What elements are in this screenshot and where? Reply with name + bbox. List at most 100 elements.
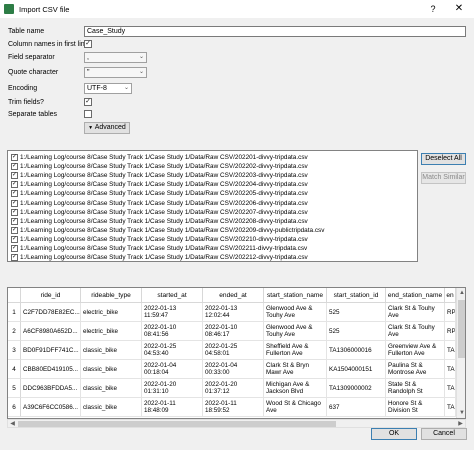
file-checkbox[interactable]: ✓ [11,235,18,243]
file-checkbox[interactable]: ✓ [11,163,18,171]
table-cell[interactable]: classic_bike [81,398,142,417]
scroll-thumb[interactable] [458,300,465,358]
table-cell[interactable]: A6CF8980A652D... [21,322,81,341]
file-list-item[interactable]: ✓ 1:/Learning Log/course 8/Case Study Tra… [11,199,308,208]
vertical-scrollbar[interactable]: ▲ ▼ [456,288,465,418]
table-cell[interactable]: State St & Randolph St [386,379,445,398]
column-header[interactable]: en [445,288,456,303]
table-cell[interactable]: electric_bike [81,303,142,322]
table-cell[interactable]: Wood St & Chicago Ave [264,398,327,417]
horizontal-scrollbar[interactable]: ◀ ▶ [7,419,466,428]
table-cell[interactable]: 2022-01-13 12:02:44 [203,303,264,322]
file-list[interactable]: ✓ 1:/Learning Log/course 8/Case Study Tra… [7,150,418,262]
table-cell[interactable]: RP-0 [445,322,456,341]
column-header[interactable]: start_station_id [327,288,386,303]
help-button[interactable]: ? [425,1,441,17]
table-cell[interactable]: Honore St & Division St [386,398,445,417]
file-list-item[interactable]: ✓ 1:/Learning Log/course 8/Case Study Tra… [11,244,307,253]
row-number[interactable]: 6 [8,398,21,417]
column-header[interactable]: start_station_name [264,288,327,303]
file-checkbox[interactable]: ✓ [11,217,18,225]
scroll-up-icon[interactable]: ▲ [457,288,465,298]
table-cell[interactable]: Glenwood Ave & Touhy Ave [264,322,327,341]
file-checkbox[interactable]: ✓ [11,245,18,252]
table-cell[interactable]: electric_bike [81,322,142,341]
table-cell[interactable]: Paulina St & Montrose Ave [386,360,445,379]
table-cell[interactable]: DDC963BFDDA5... [21,379,81,398]
column-header[interactable]: ended_at [203,288,264,303]
table-cell[interactable]: 525 [327,322,386,341]
file-checkbox[interactable]: ✓ [11,154,18,161]
file-list-item[interactable]: ✓ 1:/Learning Log/course 8/Case Study Tra… [11,189,308,198]
ok-button[interactable]: OK [371,428,417,440]
scroll-left-icon[interactable]: ◀ [8,420,17,428]
table-cell[interactable]: TA1306000016 [327,341,386,360]
file-checkbox[interactable]: ✓ [11,226,18,234]
table-cell[interactable]: classic_bike [81,379,142,398]
close-button[interactable]: ✕ [451,1,467,17]
table-cell[interactable]: C2F7DD78E82EC... [21,303,81,322]
scroll-down-icon[interactable]: ▼ [457,408,465,418]
table-cell[interactable]: Michigan Ave & Jackson Blvd [264,379,327,398]
file-list-item[interactable]: ✓ 1:/Learning Log/course 8/Case Study Tra… [11,153,308,162]
match-similar-button[interactable]: Match Similar [421,172,466,184]
row-number[interactable]: 3 [8,341,21,360]
field-separator-select[interactable]: , ⌄ [84,52,147,63]
table-cell[interactable]: BD0F91DFF741C... [21,341,81,360]
table-cell[interactable]: Sheffield Ave & Fullerton Ave [264,341,327,360]
table-name-input[interactable]: Case_Study [84,26,466,37]
file-checkbox[interactable]: ✓ [11,190,18,198]
advanced-button[interactable]: ▼ Advanced [84,122,130,134]
row-number[interactable]: 2 [8,322,21,341]
table-cell[interactable]: 2022-01-25 04:53:40 [142,341,203,360]
table-cell[interactable]: 2022-01-11 18:48:09 [142,398,203,417]
file-list-item[interactable]: ✓ 1:/Learning Log/course 8/Case Study Tra… [11,162,308,171]
table-cell[interactable]: RP-0 [445,303,456,322]
trim-fields-checkbox[interactable]: ✓ [84,98,92,106]
file-list-item[interactable]: ✓ 1:/Learning Log/course 8/Case Study Tra… [11,180,308,189]
row-number[interactable]: 4 [8,360,21,379]
column-header[interactable]: ride_id [21,288,81,303]
table-cell[interactable]: 2022-01-11 18:59:52 [203,398,264,417]
table-cell[interactable]: Clark St & Bryn Mawr Ave [264,360,327,379]
table-cell[interactable]: 2022-01-20 01:31:10 [142,379,203,398]
file-checkbox[interactable]: ✓ [11,208,18,216]
table-cell[interactable]: 2022-01-10 08:41:56 [142,322,203,341]
file-checkbox[interactable]: ✓ [11,254,18,261]
table-cell[interactable]: TA13 [445,360,456,379]
table-cell[interactable]: TA1309000002 [327,379,386,398]
table-cell[interactable]: classic_bike [81,341,142,360]
table-cell[interactable]: classic_bike [81,360,142,379]
table-cell[interactable]: Clark St & Touhy Ave [386,303,445,322]
table-cell[interactable]: TA13 [445,398,456,417]
file-list-item[interactable]: ✓ 1:/Learning Log/course 8/Case Study Tra… [11,226,324,235]
file-list-item[interactable]: ✓ 1:/Learning Log/course 8/Case Study Tra… [11,208,308,217]
encoding-select[interactable]: UTF-8 ⌄ [84,83,132,94]
table-cell[interactable]: Glenwood Ave & Touhy Ave [264,303,327,322]
table-cell[interactable]: 2022-01-13 11:59:47 [142,303,203,322]
file-checkbox[interactable]: ✓ [11,172,18,180]
column-header[interactable]: started_at [142,288,203,303]
table-cell[interactable]: 2022-01-04 00:18:04 [142,360,203,379]
cancel-button[interactable]: Cancel [421,428,467,440]
table-cell[interactable]: Clark St & Touhy Ave [386,322,445,341]
row-number[interactable]: 5 [8,379,21,398]
scroll-right-icon[interactable]: ▶ [456,420,465,428]
scroll-thumb[interactable] [18,421,336,427]
table-cell[interactable]: 2022-01-25 04:58:01 [203,341,264,360]
column-header[interactable]: end_station_name [386,288,445,303]
table-cell[interactable]: KA1504000151 [327,360,386,379]
table-cell[interactable]: A39C6F6CC0586... [21,398,81,417]
table-cell[interactable]: Greenview Ave & Fullerton Ave [386,341,445,360]
table-cell[interactable]: CBB80ED419105... [21,360,81,379]
file-list-item[interactable]: ✓ 1:/Learning Log/course 8/Case Study Tra… [11,253,308,261]
file-checkbox[interactable]: ✓ [11,181,18,189]
table-cell[interactable]: TA13 [445,379,456,398]
row-number[interactable]: 1 [8,303,21,322]
table-cell[interactable]: TA13 [445,341,456,360]
column-header[interactable]: rideable_type [81,288,142,303]
table-cell[interactable]: 525 [327,303,386,322]
file-checkbox[interactable]: ✓ [11,199,18,207]
deselect-all-button[interactable]: Deselect All [421,153,466,165]
separate-tables-checkbox[interactable] [84,110,92,118]
